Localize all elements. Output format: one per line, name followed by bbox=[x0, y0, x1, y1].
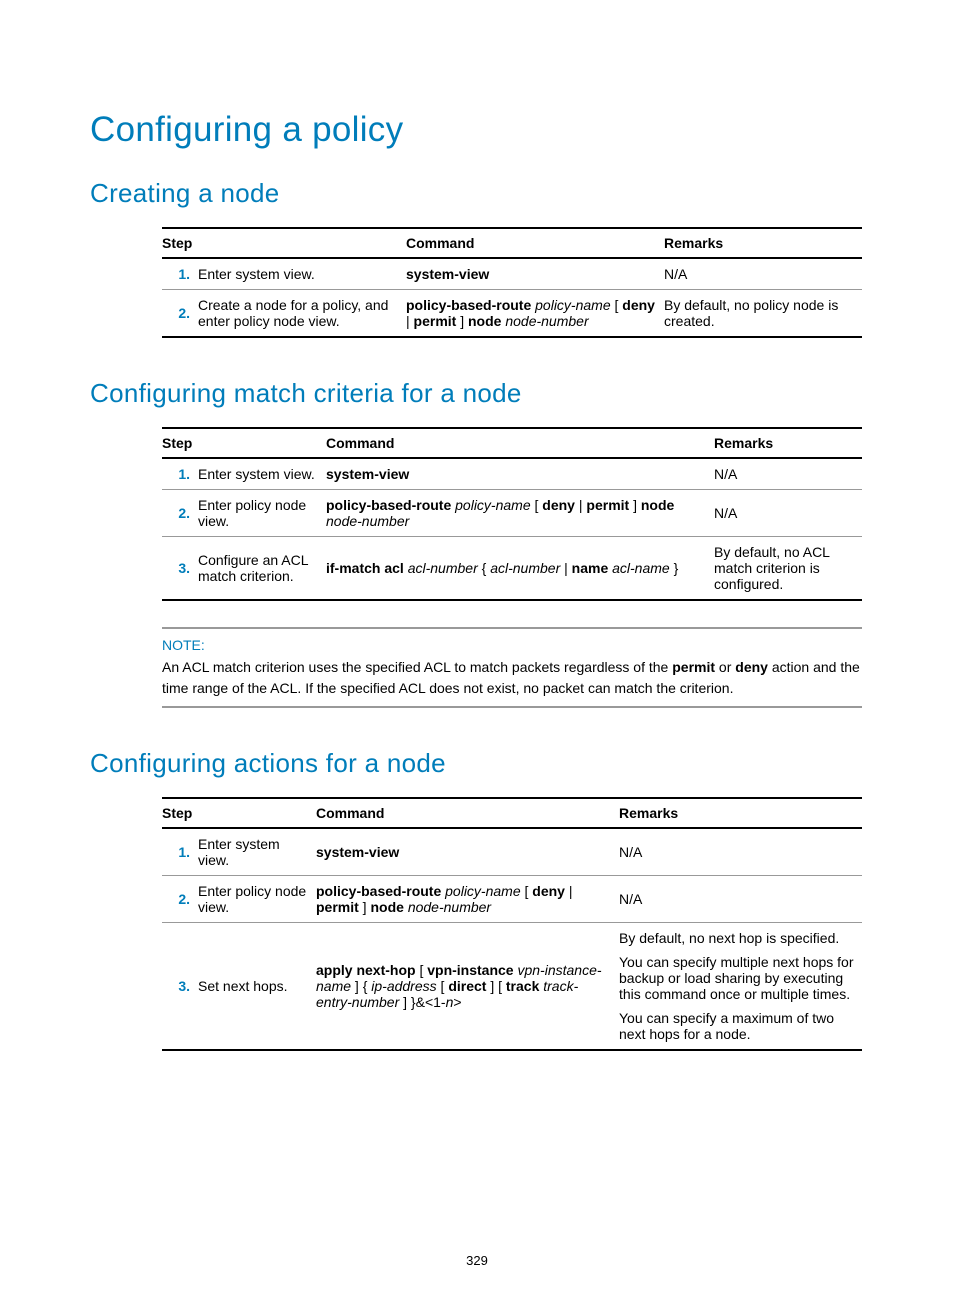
note-text: An ACL match criterion uses the specifie… bbox=[162, 657, 862, 698]
step-description: Enter system view. bbox=[198, 828, 316, 876]
table-row: 1.Enter system view.system-viewN/A bbox=[162, 828, 862, 876]
table-row: 3.Set next hops.apply next-hop [ vpn-ins… bbox=[162, 922, 862, 1050]
col-header-command: Command bbox=[316, 798, 619, 828]
table-row: 2.Enter policy node view.policy-based-ro… bbox=[162, 490, 862, 537]
table-row: 2.Create a node for a policy, and enter … bbox=[162, 290, 862, 338]
command-table: StepCommandRemarks1.Enter system view.sy… bbox=[162, 797, 862, 1051]
step-number: 2. bbox=[162, 875, 198, 922]
page-title: Configuring a policy bbox=[90, 110, 864, 150]
document-page: Configuring a policy Creating a node Step… bbox=[0, 0, 954, 1296]
page-number: 329 bbox=[0, 1253, 954, 1268]
step-number: 2. bbox=[162, 290, 198, 338]
table-row: 2.Enter policy node view.policy-based-ro… bbox=[162, 875, 862, 922]
step-number: 2. bbox=[162, 490, 198, 537]
command-table: StepCommandRemarks1.Enter system view.sy… bbox=[162, 227, 862, 338]
step-description: Create a node for a policy, and enter po… bbox=[198, 290, 406, 338]
table-row: 1.Enter system view.system-viewN/A bbox=[162, 458, 862, 490]
step-number: 3. bbox=[162, 922, 198, 1050]
section-heading: Creating a node bbox=[90, 178, 864, 209]
step-description: Set next hops. bbox=[198, 922, 316, 1050]
col-header-command: Command bbox=[326, 428, 714, 458]
section-block: Creating a nodeStepCommandRemarks1.Enter… bbox=[90, 178, 864, 338]
section-block: Configuring match criteria for a node Ste… bbox=[90, 378, 864, 708]
step-number: 1. bbox=[162, 258, 198, 290]
command-cell: system-view bbox=[406, 258, 664, 290]
table-row: 1.Enter system view.system-viewN/A bbox=[162, 258, 862, 290]
command-cell: if-match acl acl-number { acl-number | n… bbox=[326, 537, 714, 601]
remarks-cell: N/A bbox=[619, 875, 862, 922]
command-table: StepCommandRemarks1.Enter system view.sy… bbox=[162, 427, 862, 601]
col-header-remarks: Remarks bbox=[664, 228, 862, 258]
command-cell: policy-based-route policy-name [ deny | … bbox=[406, 290, 664, 338]
command-cell: policy-based-route policy-name [ deny | … bbox=[326, 490, 714, 537]
step-description: Enter system view. bbox=[198, 458, 326, 490]
remarks-cell: N/A bbox=[714, 458, 862, 490]
section-heading: Configuring actions for a node bbox=[90, 748, 864, 779]
command-cell: system-view bbox=[326, 458, 714, 490]
step-number: 3. bbox=[162, 537, 198, 601]
note-label: NOTE: bbox=[162, 635, 862, 655]
col-header-remarks: Remarks bbox=[619, 798, 862, 828]
step-description: Enter policy node view. bbox=[198, 490, 326, 537]
command-cell: policy-based-route policy-name [ deny | … bbox=[316, 875, 619, 922]
col-header-remarks: Remarks bbox=[714, 428, 862, 458]
sections-container: Creating a nodeStepCommandRemarks1.Enter… bbox=[90, 178, 864, 1051]
col-header-step: Step bbox=[162, 428, 326, 458]
remarks-cell: By default, no policy node is created. bbox=[664, 290, 862, 338]
section-heading: Configuring match criteria for a node bbox=[90, 378, 864, 409]
col-header-command: Command bbox=[406, 228, 664, 258]
step-description: Enter system view. bbox=[198, 258, 406, 290]
remarks-cell: By default, no ACL match criterion is co… bbox=[714, 537, 862, 601]
step-description: Enter policy node view. bbox=[198, 875, 316, 922]
command-cell: system-view bbox=[316, 828, 619, 876]
step-description: Configure an ACL match criterion. bbox=[198, 537, 326, 601]
remarks-cell: N/A bbox=[714, 490, 862, 537]
remarks-cell: By default, no next hop is specified.You… bbox=[619, 922, 862, 1050]
col-header-step: Step bbox=[162, 798, 316, 828]
section-block: Configuring actions for a node StepComman… bbox=[90, 748, 864, 1051]
remarks-cell: N/A bbox=[619, 828, 862, 876]
remarks-cell: N/A bbox=[664, 258, 862, 290]
step-number: 1. bbox=[162, 828, 198, 876]
step-number: 1. bbox=[162, 458, 198, 490]
col-header-step: Step bbox=[162, 228, 406, 258]
note-box: NOTE:An ACL match criterion uses the spe… bbox=[162, 627, 862, 708]
command-cell: apply next-hop [ vpn-instance vpn-instan… bbox=[316, 922, 619, 1050]
table-row: 3.Configure an ACL match criterion.if-ma… bbox=[162, 537, 862, 601]
